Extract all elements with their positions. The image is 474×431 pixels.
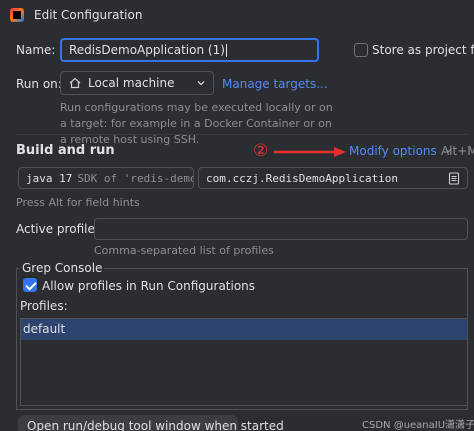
annotation-arrow-icon — [274, 147, 346, 157]
allow-profiles-checkbox[interactable] — [23, 278, 37, 292]
jdk-description: SDK of 'redis-demo' — [77, 171, 194, 185]
active-profiles-label: Active profiles: — [16, 222, 106, 236]
name-label: Name: — [16, 43, 56, 57]
active-profiles-input[interactable] — [94, 218, 468, 240]
chevron-down-icon — [197, 81, 205, 86]
list-item[interactable]: default — [21, 319, 467, 340]
home-icon — [69, 77, 81, 89]
separator — [16, 134, 468, 135]
modify-options-label: Modify options — [349, 144, 437, 158]
manage-targets-link[interactable]: Manage targets... — [222, 77, 328, 91]
intellij-app-icon — [10, 8, 24, 22]
name-input[interactable]: RedisDemoApplication (1) — [60, 38, 319, 62]
run-tool-window-option[interactable]: Open run/debug tool window when started — [18, 415, 284, 431]
allow-profiles-label: Allow profiles in Run Configurations — [42, 279, 256, 293]
main-class-value: com.cczj.RedisDemoApplication — [206, 171, 399, 185]
name-input-value: RedisDemoApplication (1) — [69, 43, 225, 57]
grep-console-title: Grep Console — [20, 261, 105, 275]
build-and-run-title: Build and run — [16, 143, 115, 158]
profiles-label: Profiles: — [20, 299, 68, 313]
run-on-select[interactable]: Local machine — [60, 71, 214, 95]
run-tool-window-label: Open run/debug tool window when started — [27, 419, 284, 431]
browse-document-icon[interactable] — [448, 171, 460, 185]
run-on-value: Local machine — [88, 76, 175, 90]
jdk-version: java 17 — [26, 171, 73, 185]
text-cursor — [225, 43, 227, 57]
profiles-hint: Comma-separated list of profiles — [94, 244, 274, 257]
modify-options-link[interactable]: Modify options — [349, 144, 453, 158]
alt-hint: Press Alt for field hints — [16, 196, 140, 209]
store-as-project-file-checkbox[interactable] — [354, 43, 368, 57]
main-class-input[interactable]: com.cczj.RedisDemoApplication — [198, 167, 468, 189]
window-title: Edit Configuration — [34, 8, 143, 22]
profiles-list[interactable]: default — [20, 318, 468, 406]
store-as-project-file-label: Store as project file — [372, 43, 474, 57]
jdk-select[interactable]: java 17 SDK of 'redis-demo' — [18, 167, 194, 189]
modify-options-shortcut: Alt+M — [441, 144, 474, 158]
run-on-label: Run on: — [16, 77, 62, 91]
annotation-number: ② — [253, 141, 269, 161]
profile-name: default — [23, 322, 66, 336]
watermark: CSDN @ueanaIU潇潇子 — [362, 420, 474, 431]
run-on-hint: Run configurations may be executed local… — [60, 101, 333, 146]
